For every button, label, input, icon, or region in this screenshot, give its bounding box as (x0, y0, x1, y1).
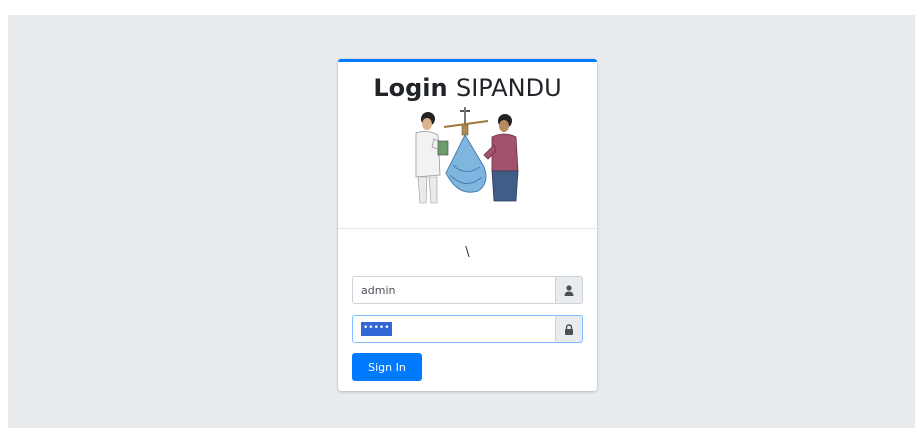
stray-text: \ (465, 245, 470, 260)
posyandu-illustration (415, 107, 518, 204)
user-icon (564, 284, 574, 296)
username-addon (555, 276, 583, 304)
password-group: ••••• (352, 315, 583, 343)
lock-icon (565, 323, 573, 335)
title-bold: Login (373, 74, 448, 102)
card-body: \ ••••• Sign In (338, 229, 597, 381)
password-addon (555, 315, 583, 343)
title-app-name: SIPANDU (455, 74, 562, 102)
sign-in-button[interactable]: Sign In (352, 353, 422, 381)
login-card: Login SIPANDU \ admin ••••• Sign In (338, 59, 597, 391)
page-title: Login SIPANDU (338, 62, 597, 103)
card-header: Login SIPANDU (338, 62, 597, 229)
password-masked-value: ••••• (361, 322, 392, 336)
username-group (352, 276, 583, 304)
username-input[interactable] (352, 276, 555, 304)
